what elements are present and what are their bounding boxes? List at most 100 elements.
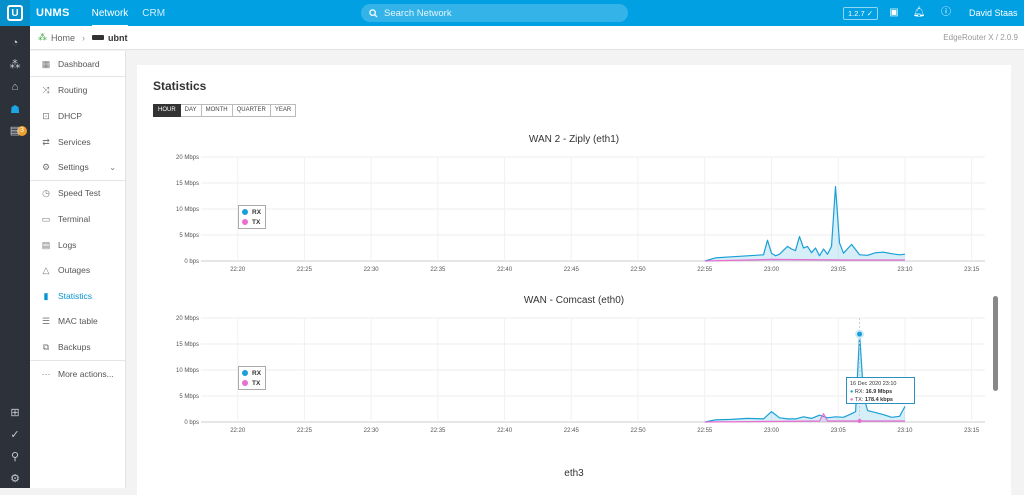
hover-point-rx bbox=[855, 329, 865, 339]
chart-legend: RX TX bbox=[238, 205, 266, 229]
x-tick-label: 23:15 bbox=[964, 428, 980, 434]
backups-icon: ⧉ bbox=[42, 341, 50, 352]
x-tick-label: 22:40 bbox=[497, 267, 513, 273]
tab-month[interactable]: MONTH bbox=[201, 104, 233, 117]
x-tick-label: 22:45 bbox=[564, 267, 580, 273]
sidebar-item-statistics[interactable]: ▮ Statistics bbox=[30, 284, 126, 308]
y-tick-label: 0 bps bbox=[184, 259, 199, 265]
breadcrumb-device[interactable]: ubnt bbox=[108, 33, 128, 43]
brand-name: UNMS bbox=[36, 7, 70, 19]
x-tick-label: 23:05 bbox=[831, 267, 847, 273]
dhcp-icon: ⊡ bbox=[42, 110, 50, 121]
logs-icon: ▤ bbox=[41, 239, 51, 250]
x-tick-label: 23:05 bbox=[831, 428, 847, 434]
tab-year[interactable]: YEAR bbox=[270, 104, 297, 117]
discovery-icon[interactable]: ⚲ bbox=[8, 450, 22, 464]
chart-title-eth3: eth3 bbox=[564, 468, 584, 479]
x-tick-label: 22:35 bbox=[430, 428, 446, 434]
sidebar-item-services[interactable]: ⇄ Services bbox=[30, 130, 126, 154]
settings-gear-icon[interactable]: ⚙ bbox=[8, 472, 22, 486]
search-input[interactable] bbox=[384, 7, 604, 19]
notifications-icon[interactable]: 🔔︎ bbox=[912, 6, 926, 20]
speed-test-icon: ◷ bbox=[42, 187, 50, 198]
sidebar-item-speed-test[interactable]: ◷ Speed Test bbox=[30, 181, 126, 205]
rx-dot-icon bbox=[242, 209, 248, 215]
home-icon: ⁂ bbox=[38, 32, 47, 42]
y-tick-label: 5 Mbps bbox=[179, 233, 199, 239]
tooltip-tx-value: 178.4 kbps bbox=[864, 397, 893, 403]
x-tick-label: 22:40 bbox=[497, 428, 513, 434]
routing-icon: ⤨ bbox=[42, 84, 50, 95]
clients-icon[interactable]: ☗ bbox=[8, 103, 22, 117]
y-tick-label: 15 Mbps bbox=[176, 181, 199, 187]
ubiquiti-logo-icon: U bbox=[7, 5, 23, 21]
sidebar-item-terminal[interactable]: ▭ Terminal bbox=[30, 207, 126, 231]
nav-crm[interactable]: CRM bbox=[142, 8, 165, 19]
more-icon: ··· bbox=[41, 369, 51, 379]
dashboard-nav-icon[interactable]: ◔ bbox=[8, 36, 22, 50]
sidebar-item-routing[interactable]: ⤨ Routing bbox=[30, 78, 126, 102]
scrollbar[interactable] bbox=[993, 296, 998, 391]
outages-icon: △ bbox=[42, 264, 50, 275]
tasks-icon[interactable]: ✓ bbox=[8, 428, 22, 442]
tab-hour[interactable]: HOUR bbox=[153, 104, 181, 117]
divider bbox=[30, 360, 126, 361]
settings-icon: ⚙ bbox=[41, 161, 51, 172]
tab-quarter[interactable]: QUARTER bbox=[232, 104, 271, 117]
sidebar-item-dashboard[interactable]: ▦ Dashboard bbox=[30, 52, 126, 76]
router-icon bbox=[92, 35, 105, 40]
chart-wan-svg: 0 bps 5 Mbps 10 Mbps 15 Mbps 20 Mbps 22:20 22:… bbox=[176, 316, 985, 434]
reports-icon[interactable]: ▤ bbox=[8, 124, 22, 138]
devices-icon[interactable]: ▣ bbox=[887, 6, 901, 20]
device-model: EdgeRouter X / 2.0.9 bbox=[943, 33, 1018, 42]
help-icon[interactable]: ⓘ bbox=[939, 6, 953, 20]
sidebar-item-logs[interactable]: ▤ Logs bbox=[30, 233, 126, 257]
x-tick-label: 22:20 bbox=[230, 267, 246, 273]
search-icon bbox=[369, 8, 378, 18]
nav-network[interactable]: Network bbox=[91, 8, 128, 27]
device-sidebar: ▦ Dashboard ⤨ Routing ⊡ DHCP ⇄ Services ⚙ Set… bbox=[30, 51, 126, 488]
services-icon: ⇄ bbox=[42, 136, 50, 147]
series-area-rx bbox=[704, 186, 905, 261]
chevron-down-icon: ⌄ bbox=[109, 162, 116, 172]
breadcrumb-home[interactable]: Home bbox=[51, 33, 75, 43]
x-tick-label: 22:45 bbox=[564, 428, 580, 434]
top-bar: U UNMS Network CRM 1.2.7 ✓ ▣ 🔔︎ ⓘ David … bbox=[0, 0, 1024, 27]
x-tick-label: 22:30 bbox=[364, 428, 380, 434]
chart-wan: WAN - Comcast (eth0) 0 bps 5 Mbps 10 Mbps 1… bbox=[137, 293, 1011, 443]
sidebar-item-mac-table[interactable]: ☰ MAC table bbox=[30, 309, 126, 333]
sidebar-item-backups[interactable]: ⧉ Backups bbox=[30, 335, 126, 359]
y-tick-label: 10 Mbps bbox=[176, 207, 199, 213]
x-tick-label: 22:50 bbox=[631, 428, 647, 434]
sites-icon[interactable]: ⌂ bbox=[8, 80, 22, 94]
sidebar-item-dhcp[interactable]: ⊡ DHCP bbox=[30, 104, 126, 128]
chart-wan2: WAN 2 - Ziply (eth1) 0 bps 5 Mbps 10 Mbps 1… bbox=[137, 132, 1011, 282]
version-badge[interactable]: 1.2.7 ✓ bbox=[843, 7, 879, 20]
chart-tooltip: 16 Dec 2020 23:10 ● RX: 16.9 Mbps ● TX: … bbox=[846, 377, 915, 404]
mac-table-icon: ☰ bbox=[41, 315, 51, 326]
sidebar-item-more-actions[interactable]: ··· More actions... bbox=[30, 362, 126, 386]
tx-dot-icon bbox=[242, 380, 248, 386]
search-box[interactable] bbox=[361, 4, 628, 22]
main-content: Statistics HOUR DAY MONTH QUARTER YEAR W… bbox=[126, 51, 1024, 495]
y-tick-label: 5 Mbps bbox=[179, 394, 199, 400]
y-tick-label: 15 Mbps bbox=[176, 342, 199, 348]
topology-icon[interactable]: ⁂ bbox=[8, 58, 22, 72]
sidebar-item-settings[interactable]: ⚙ Settings ⌄ bbox=[30, 155, 126, 179]
sidebar-item-outages[interactable]: △ Outages bbox=[30, 258, 126, 282]
divider bbox=[30, 76, 126, 77]
network-icon[interactable]: ⊞ bbox=[8, 406, 22, 420]
tooltip-rx-value: 16.9 Mbps bbox=[865, 389, 893, 395]
x-tick-label: 22:25 bbox=[297, 428, 313, 434]
x-tick-label: 22:20 bbox=[230, 428, 246, 434]
x-tick-label: 23:10 bbox=[897, 428, 913, 434]
range-tabs: HOUR DAY MONTH QUARTER YEAR bbox=[153, 104, 297, 117]
statistics-icon: ▮ bbox=[43, 290, 49, 301]
user-name[interactable]: David Staas bbox=[969, 8, 1018, 18]
logo[interactable]: U bbox=[0, 0, 30, 26]
tx-dot-icon bbox=[242, 219, 248, 225]
dashboard-icon: ▦ bbox=[41, 58, 51, 69]
tab-day[interactable]: DAY bbox=[180, 104, 202, 117]
y-tick-label: 20 Mbps bbox=[176, 316, 199, 322]
chart-legend: RX TX bbox=[238, 366, 266, 390]
